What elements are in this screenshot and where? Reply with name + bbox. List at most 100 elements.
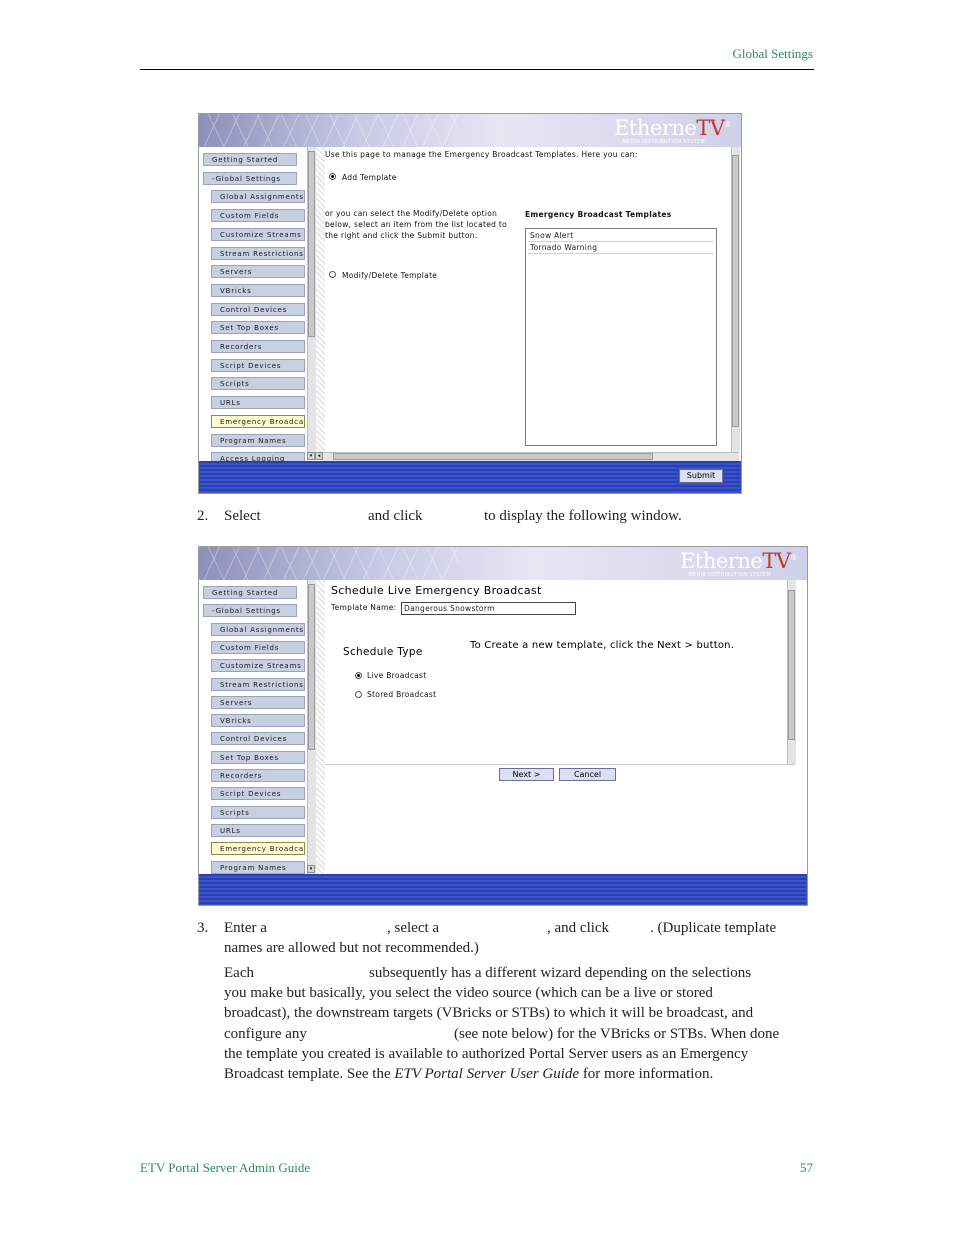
sidebar-scroll-down-icon[interactable]: ▾	[307, 865, 315, 873]
templates-heading: Emergency Broadcast Templates	[525, 210, 672, 219]
sidebar-subitem[interactable]: Emergency Broadcast	[211, 414, 305, 428]
sidebar-subitem[interactable]: URLs	[211, 823, 305, 837]
para-line2: you make but basically, you select the v…	[224, 985, 713, 1001]
divider-hatch	[316, 147, 325, 460]
sidebar-item[interactable]: -Global Settings	[203, 171, 297, 185]
step2-number: 2.	[197, 508, 209, 524]
step2-text-c: to display the following window.	[484, 508, 682, 524]
footer-band	[199, 874, 807, 905]
header-rule	[140, 69, 814, 70]
modify-delete-radio[interactable]	[329, 271, 336, 278]
sidebar-subitem[interactable]: Stream Restrictions	[211, 246, 305, 260]
sidebar-subitem[interactable]: Set Top Boxes	[211, 321, 305, 335]
sidebar-item[interactable]: Getting Started	[203, 153, 297, 166]
sidebar-subitem[interactable]: VBricks	[211, 714, 305, 728]
sidebar-item[interactable]: Getting Started	[203, 586, 297, 599]
ethernetv-logo: EtherneTV® MEDIA DISTRIBUTION SYSTEM	[614, 116, 732, 145]
sidebar-subitem[interactable]: Control Devices	[211, 732, 305, 746]
page-number: 57	[800, 1160, 813, 1175]
template-item[interactable]: Snow Alert	[528, 230, 714, 242]
sidebar-subitem[interactable]: Control Devices	[211, 302, 305, 316]
sidebar-scroll-down-icon[interactable]: ▾	[307, 452, 315, 460]
para-line4b: (see note below) for the VBricks or STBs…	[454, 1026, 780, 1042]
step3-line2: names are allowed but not recommended.)	[224, 940, 479, 956]
sidebar-subitem[interactable]: Global Assignments	[211, 622, 305, 636]
sidebar-subitem[interactable]: Script Devices	[211, 358, 305, 372]
cancel-button[interactable]: Cancel	[559, 768, 616, 781]
instruction-text: To Create a new template, click the Next…	[470, 640, 735, 651]
sidebar-subitem[interactable]: Custom Fields	[211, 640, 305, 654]
sidebar-subitem[interactable]: Stream Restrictions	[211, 677, 305, 691]
para-line6a: Broadcast template. See the	[224, 1066, 391, 1082]
sidebar-item[interactable]: -Global Settings	[203, 604, 297, 618]
logo-accent: TV	[762, 549, 791, 573]
template-name-label: Template Name:	[331, 603, 397, 612]
para-line6: Broadcast template. See the ETV Portal S…	[224, 1064, 713, 1084]
sidebar-subitem[interactable]: Set Top Boxes	[211, 750, 305, 764]
live-broadcast-label: Live Broadcast	[367, 671, 427, 680]
sidebar-subitem[interactable]: Servers	[211, 695, 305, 709]
sidebar-scroll-thumb[interactable]	[308, 151, 315, 337]
footer-band	[199, 461, 741, 493]
step3-text-c: , and click	[547, 920, 610, 936]
stored-broadcast-radio[interactable]	[355, 691, 362, 698]
add-template-label: Add Template	[342, 173, 397, 182]
sidebar-scrollbar[interactable]	[307, 580, 316, 874]
content-scrollbar[interactable]	[787, 580, 796, 764]
logo-reg: ®	[790, 554, 798, 562]
sidebar-subitem[interactable]: Global Assignments	[211, 190, 305, 204]
running-head: Global Settings	[732, 46, 813, 61]
logo-reg: ®	[724, 121, 732, 129]
wizard-title: Schedule Live Emergency Broadcast	[331, 584, 542, 597]
intro-text: Use this page to manage the Emergency Br…	[325, 150, 638, 159]
modify-delete-label: Modify/Delete Template	[342, 271, 438, 280]
sidebar-subitem[interactable]: VBricks	[211, 283, 305, 297]
sidebar-scroll-thumb[interactable]	[308, 584, 315, 750]
logo-tagline: MEDIA DISTRIBUTION SYSTEM	[688, 572, 771, 578]
or-text-line3: the right and click the Submit button.	[325, 231, 478, 240]
sidebar-subitem[interactable]: Program Names	[211, 433, 305, 447]
sidebar-subitem[interactable]: Emergency Broadcast	[211, 842, 305, 856]
sidebar-nav: Getting Started -Global Settings Global As…	[199, 580, 307, 874]
step2-text-a: Select	[224, 508, 261, 524]
step2-text-b: and click	[368, 508, 423, 524]
next-button[interactable]: Next >	[499, 768, 554, 781]
ethernetv-logo: EtherneTV® MEDIA DISTRIBUTION SYSTEM	[680, 549, 798, 578]
step3-text-d: . (Duplicate template	[650, 920, 777, 936]
sidebar-subitem[interactable]: Scripts	[211, 377, 305, 391]
templates-listbox[interactable]: Snow Alert Tornado Warning	[525, 228, 717, 446]
step3-number: 3.	[197, 920, 209, 936]
app-banner: EtherneTV® MEDIA DISTRIBUTION SYSTEM	[199, 547, 807, 580]
sidebar-subitem[interactable]: Program Names	[211, 860, 305, 874]
sidebar-subitem[interactable]: URLs	[211, 396, 305, 410]
sidebar-subitem[interactable]: Script Devices	[211, 787, 305, 801]
para-line4a: configure any	[224, 1026, 307, 1042]
sidebar-subitem[interactable]: Recorders	[211, 340, 305, 353]
logo-main: Etherne	[680, 549, 763, 573]
content-scroll-thumb[interactable]	[788, 590, 795, 740]
live-broadcast-radio[interactable]	[355, 672, 362, 679]
app-banner: EtherneTV® MEDIA DISTRIBUTION SYSTEM	[199, 114, 741, 147]
sidebar-subitem[interactable]: Custom Fields	[211, 209, 305, 223]
sidebar-subitem[interactable]: Customize Streams	[211, 659, 305, 673]
template-item[interactable]: Tornado Warning	[528, 242, 714, 254]
h-scrollbar[interactable]	[323, 452, 739, 461]
banner-pattern	[199, 114, 459, 147]
content-scrollbar[interactable]	[731, 147, 740, 452]
content-scroll-thumb[interactable]	[732, 155, 739, 427]
sidebar-subitem[interactable]: Customize Streams	[211, 227, 305, 241]
submit-button[interactable]: Submit	[679, 469, 723, 483]
screenshot-manage-templates: EtherneTV® MEDIA DISTRIBUTION SYSTEM Get…	[198, 113, 742, 494]
sidebar-subitem[interactable]: Scripts	[211, 805, 305, 819]
sidebar-scrollbar[interactable]	[307, 147, 316, 460]
logo-tagline: MEDIA DISTRIBUTION SYSTEM	[622, 139, 705, 145]
h-scroll-left-icon[interactable]: ◂	[315, 452, 323, 460]
add-template-radio[interactable]	[329, 173, 336, 180]
template-name-input[interactable]: Dangerous Snowstorm	[401, 602, 576, 615]
banner-pattern	[199, 547, 459, 580]
para-line6c: for more information.	[582, 1066, 714, 1082]
sidebar-subitem[interactable]: Recorders	[211, 769, 305, 782]
para-line1a: Each	[224, 965, 254, 981]
h-scroll-thumb[interactable]	[333, 453, 653, 460]
sidebar-subitem[interactable]: Servers	[211, 265, 305, 279]
